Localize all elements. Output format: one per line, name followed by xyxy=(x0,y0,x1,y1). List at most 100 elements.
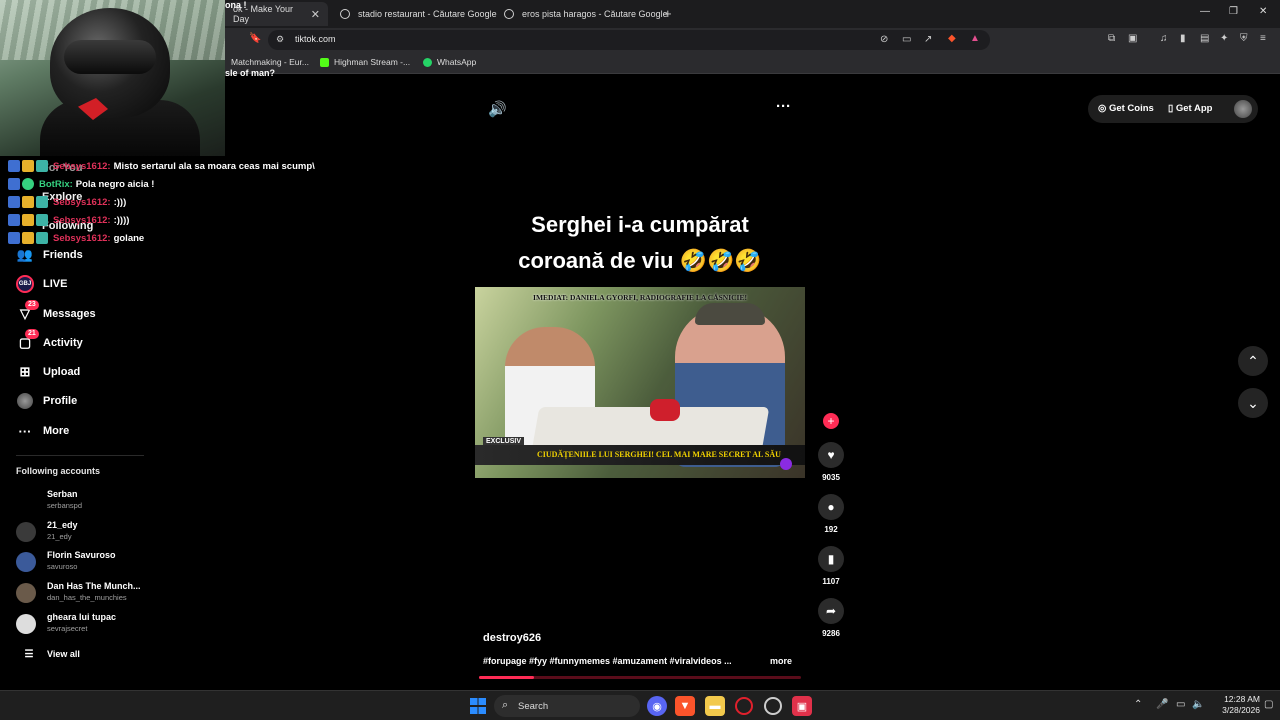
tray-overflow-icon[interactable]: ⌃ xyxy=(1134,699,1142,710)
tab-google-2[interactable]: eros pista haragos - Căutare Google xyxy=(496,2,676,26)
cast-icon[interactable]: ▭ xyxy=(902,34,911,45)
video-lower-third-text: CIUDĂȚENIILE LUI SERGHEI! CEL MAI MARE S… xyxy=(537,450,781,459)
nav-label: Friends xyxy=(43,249,83,261)
volume-icon[interactable]: 🔊 xyxy=(488,100,507,118)
close-window-icon[interactable]: ✕ xyxy=(1259,6,1267,17)
extensions-icon[interactable]: ⧉ xyxy=(1108,33,1115,44)
close-tab-icon[interactable]: ✕ xyxy=(311,8,320,21)
nav-activity[interactable]: ▢ 21 Activity xyxy=(16,329,83,353)
microphone-icon[interactable]: 🎤 xyxy=(1156,699,1168,710)
badge-icon xyxy=(36,160,48,172)
bookmark-matchmaking[interactable]: Matchmaking - Eur... xyxy=(231,57,309,67)
badge-icon xyxy=(36,232,48,244)
menu-icon[interactable]: ≡ xyxy=(1260,33,1266,44)
chat-message: Sebsys1612: :))) xyxy=(8,193,428,211)
chat-user: Sebsys1612: xyxy=(53,160,111,172)
comment-action[interactable]: ● 192 xyxy=(816,494,846,534)
wallet-icon[interactable]: ▣ xyxy=(1128,33,1137,44)
file-explorer-icon[interactable]: ▬ xyxy=(705,696,725,716)
nav-friends[interactable]: 👥 Friends xyxy=(16,245,83,265)
more-options-icon[interactable]: ··· xyxy=(776,98,791,115)
account-gheara[interactable]: gheara lui tupac sevrajsecret xyxy=(16,611,216,637)
obs-icon[interactable] xyxy=(764,697,782,715)
video-caption-line-2: coroană de viu 🤣🤣🤣 xyxy=(518,248,762,273)
windows-start-icon[interactable] xyxy=(470,698,486,714)
brave-rewards-icon[interactable]: ▲ xyxy=(970,33,980,44)
get-coins-label: Get Coins xyxy=(1108,103,1154,114)
avatar xyxy=(16,614,36,634)
nav-upload[interactable]: ⊞ Upload xyxy=(16,362,81,382)
restore-icon[interactable]: ❐ xyxy=(1229,6,1238,17)
account-name: 21_edy xyxy=(47,520,78,530)
heart-icon[interactable]: ♥ xyxy=(818,442,844,468)
share-action[interactable]: ➦ 9286 xyxy=(816,598,846,638)
vpn-icon[interactable]: ⛨ xyxy=(1240,33,1248,44)
nav-profile[interactable]: Profile xyxy=(16,391,77,411)
bookmark-highman[interactable]: Highman Stream -... xyxy=(320,57,410,67)
nav-label: Profile xyxy=(43,395,78,407)
account-21-edy[interactable]: 21_edy 21_edy xyxy=(16,519,216,545)
share-icon[interactable]: ↗ xyxy=(924,34,932,45)
video-player[interactable]: IMEDIAT: DANIELA GYORFI, RADIOGRAFIE LA … xyxy=(475,287,805,478)
tab-google-1[interactable]: stadio restaurant - Căutare Google xyxy=(332,2,505,26)
account-florin[interactable]: Florin Savuroso savuroso xyxy=(16,549,216,575)
brave-icon[interactable]: ▼ xyxy=(675,696,695,716)
comment-icon[interactable]: ● xyxy=(818,494,844,520)
next-video-button[interactable]: ⌄ xyxy=(1238,388,1268,418)
save-action[interactable]: ▮ 1107 xyxy=(816,546,846,586)
user-avatar[interactable] xyxy=(1234,100,1252,118)
follow-plus-button[interactable]: + xyxy=(823,413,839,429)
tab-title: eros pista haragos - Căutare Google xyxy=(522,9,668,19)
speaker-icon[interactable]: 🔈 xyxy=(1192,699,1204,710)
nav-more[interactable]: ··· More xyxy=(16,421,70,441)
chat-text: golane xyxy=(113,232,145,244)
previous-video-button[interactable]: ⌃ xyxy=(1238,346,1268,376)
leo-ai-icon[interactable]: ✦ xyxy=(1220,33,1228,44)
avatar xyxy=(16,491,36,511)
nav-label: Messages xyxy=(43,308,96,320)
media-icon[interactable]: ♫ xyxy=(1160,33,1168,44)
account-serban[interactable]: Serban serbanspd xyxy=(16,488,216,514)
video-progress-fill xyxy=(479,676,534,679)
wallet-2-icon[interactable]: ▤ xyxy=(1200,33,1209,44)
nav-messages[interactable]: ▽ 23 Messages xyxy=(16,300,96,324)
video-progress-bar[interactable] xyxy=(479,676,801,679)
opera-icon[interactable] xyxy=(735,697,753,715)
bookmark-save-icon[interactable]: ▮ xyxy=(818,546,844,572)
taskbar-clock[interactable]: 12:28 AM 3/28/2026 xyxy=(1206,694,1260,716)
view-all-link[interactable]: ☰ View all xyxy=(20,644,80,664)
recording-app-icon[interactable]: ▣ xyxy=(792,696,812,716)
share-arrow-icon[interactable]: ➦ xyxy=(818,598,844,624)
activity-badge: 21 xyxy=(25,329,39,339)
video-author[interactable]: destroy626 xyxy=(483,632,541,644)
get-app-button[interactable]: ▯ Get App xyxy=(1168,103,1212,114)
bookmark-whatsapp[interactable]: WhatsApp xyxy=(423,57,476,67)
nav-live[interactable]: GBJ LIVE xyxy=(16,274,67,294)
chat-user: Sebsys1612: xyxy=(53,232,111,244)
brave-shield-icon[interactable]: ◆ xyxy=(948,33,956,44)
notifications-icon[interactable]: ▢ xyxy=(1264,699,1273,710)
chat-user: Sebsys1612: xyxy=(53,196,111,208)
discord-icon[interactable]: ◉ xyxy=(647,696,667,716)
sidebar-icon[interactable]: ▮ xyxy=(1180,33,1186,44)
more-link[interactable]: more xyxy=(770,656,792,666)
taskbar-search[interactable]: ⌕ Search xyxy=(494,695,640,717)
bookmark-icon[interactable]: 🔖 xyxy=(249,33,261,44)
search-label: Search xyxy=(518,701,549,712)
network-icon[interactable]: ▭ xyxy=(1176,699,1185,710)
minimize-icon[interactable]: — xyxy=(1200,6,1210,17)
clock-time: 12:28 AM xyxy=(1224,694,1260,704)
messages-icon: ▽ 23 xyxy=(16,300,39,323)
site-info-icon[interactable]: ⚙ xyxy=(276,34,284,45)
account-dan[interactable]: Dan Has The Munch... dan_has_the_munchie… xyxy=(16,580,216,606)
account-name: Dan Has The Munch... xyxy=(47,581,141,591)
camera-off-icon[interactable]: ⊘ xyxy=(880,34,888,45)
new-tab-icon[interactable]: + xyxy=(664,6,672,21)
like-action[interactable]: ♥ 9035 xyxy=(816,442,846,482)
video-hashtags[interactable]: #forupage #fyy #funnymemes #amuzament #v… xyxy=(483,656,732,666)
badge-icon xyxy=(22,178,34,190)
get-coins-button[interactable]: ◎ Get Coins xyxy=(1098,103,1154,114)
whatsapp-icon xyxy=(423,57,432,67)
profile-icon xyxy=(16,392,34,410)
url-bar[interactable]: ⚙ tiktok.com ⊘ ▭ ↗ ◆ ▲ xyxy=(268,30,990,50)
